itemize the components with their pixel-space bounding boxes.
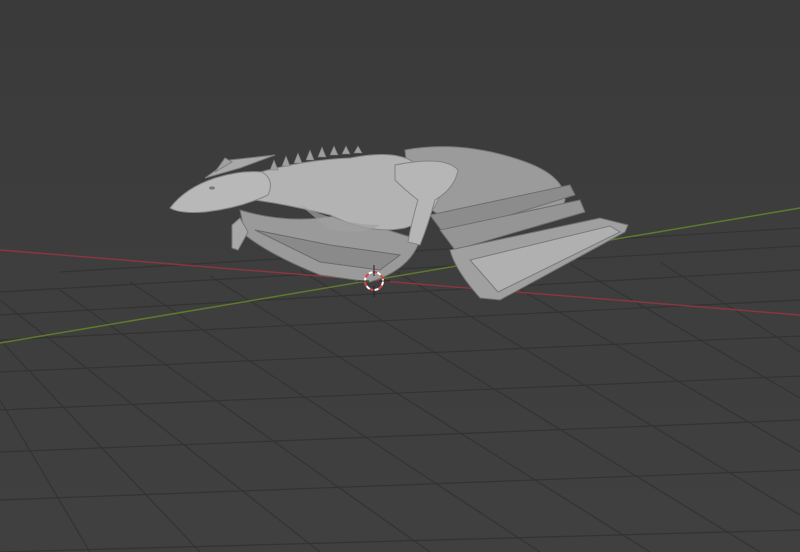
viewport-canvas[interactable] — [0, 0, 800, 552]
dragon-mesh[interactable] — [169, 145, 629, 301]
floor-grid — [0, 227, 800, 552]
3d-viewport[interactable] — [0, 0, 800, 552]
